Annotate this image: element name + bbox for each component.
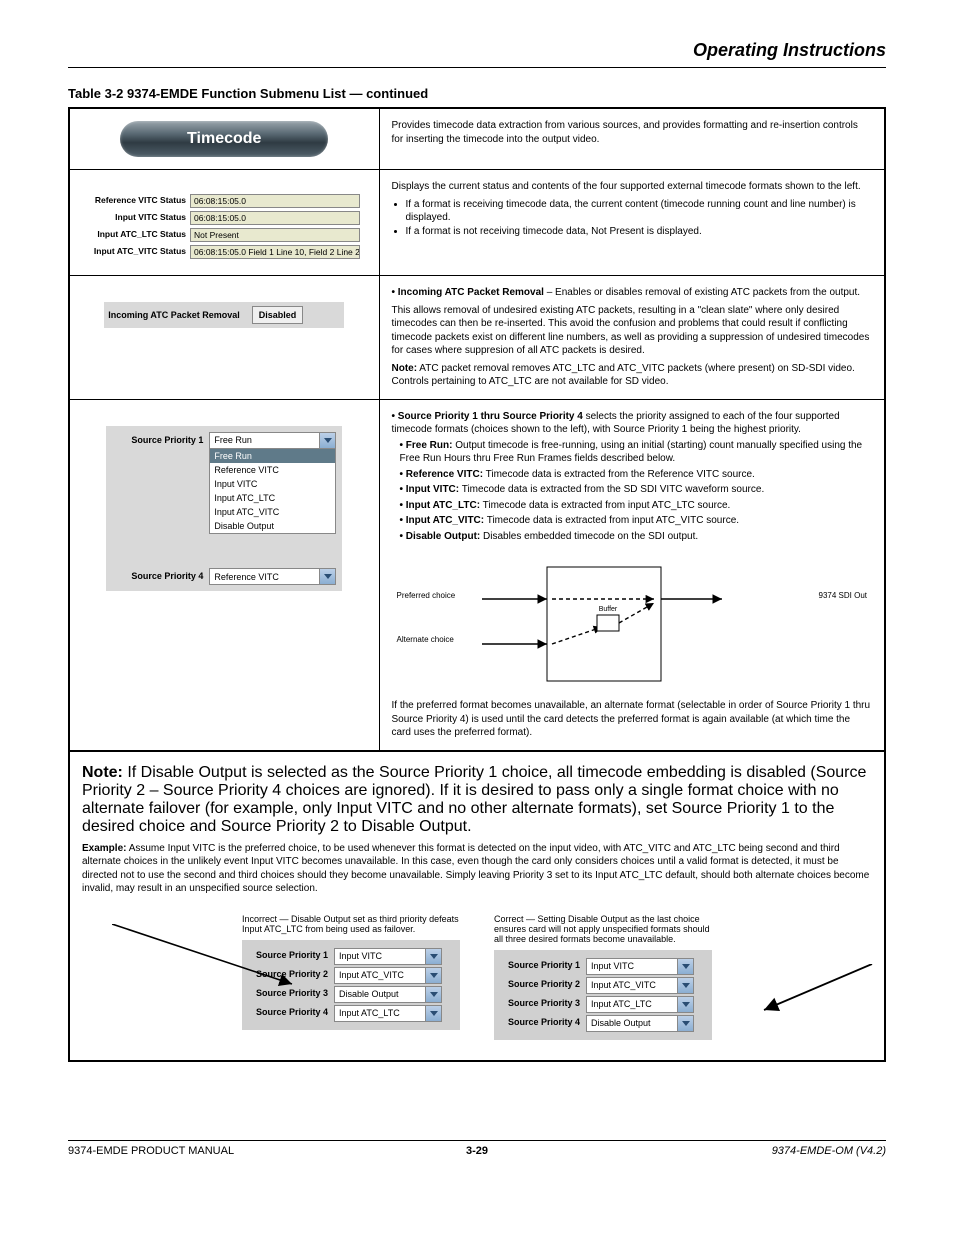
pri-b6: • Input ATC_VITC: (400, 515, 485, 526)
pri-b5: • Input ATC_LTC: (400, 500, 481, 511)
chevron-down-icon[interactable] (677, 959, 693, 974)
ex-dropdown[interactable]: Input ATC_LTC (586, 996, 694, 1013)
atc-note-lbl: Note: (392, 363, 418, 374)
pri-b7: • Disable Output: (400, 531, 481, 542)
atc-panel: Incoming ATC Packet Removal Disabled (104, 302, 344, 328)
sp-label: Source Priority 4 (500, 1015, 580, 1027)
page-footer: 9374-EMDE PRODUCT MANUAL 3-29 9374-EMDE-… (68, 1140, 886, 1157)
ex-dropdown[interactable]: Disable Output (586, 1015, 694, 1032)
ex-dropdown[interactable]: Input VITC (586, 958, 694, 975)
pri-b5d: Timecode data is extracted from input AT… (480, 500, 730, 511)
chevron-down-icon[interactable] (319, 433, 335, 448)
sp-label: Source Priority 3 (500, 996, 580, 1008)
arrow-right-icon (752, 964, 882, 1024)
ex-dropdown[interactable]: Input ATC_VITC (586, 977, 694, 994)
pri-b2: • Free Run: (400, 440, 453, 451)
diag-desc: If the preferred format becomes unavaila… (392, 699, 873, 740)
atc-subdesc: – Enables or disables removal of existin… (547, 287, 860, 298)
atc-note: ATC packet removal removes ATC_LTC and A… (392, 363, 855, 388)
status-bullet: If a format is receiving timecode data, … (406, 198, 873, 225)
arrow-left-icon (112, 924, 312, 1014)
status-row: Input VITC Status06:08:15:05.0 (82, 211, 367, 225)
sp1-dropdown[interactable]: Free Run Free Run Reference VITC Input V… (209, 432, 336, 535)
atc-body: This allows removal of undesired existin… (392, 304, 873, 358)
ex-dropdown[interactable]: Input ATC_VITC (334, 967, 442, 984)
sp4-label: Source Priority 4 (112, 568, 203, 582)
priority-panel: Source Priority 1 Free Run Free Run Refe… (106, 426, 342, 592)
ex-text: Assume Input VITC is the preferred choic… (82, 843, 869, 895)
header-rule (68, 67, 886, 68)
status-value: 06:08:15:05.0 (190, 211, 360, 225)
pri-b2d: Output timecode is free-running, using a… (400, 440, 863, 465)
status-row: Input ATC_LTC StatusNot Present (82, 228, 367, 242)
chevron-down-icon[interactable] (677, 997, 693, 1012)
atc-heading: • Incoming ATC Packet Removal (392, 287, 544, 298)
pri-b3: • Reference VITC: (400, 469, 484, 480)
ex-note-b: Note: (82, 764, 123, 781)
status-value: 06:08:15:05.0 Field 1 Line 10, Field 2 L… (190, 245, 360, 259)
chevron-down-icon[interactable] (319, 569, 335, 584)
function-table: Timecode Provides timecode data extracti… (68, 107, 886, 752)
status-row: Reference VITC Status06:08:15:05.0 (82, 194, 367, 208)
pri-b7d: Disables embedded timecode on the SDI ou… (480, 531, 698, 542)
pri-b3d: Timecode data is extracted from the Refe… (483, 469, 755, 480)
example-section: Note: If Disable Output is selected as t… (68, 752, 886, 1062)
pri-b4: • Input VITC: (400, 484, 460, 495)
dropdown-list[interactable]: Free Run Reference VITC Input VITC Input… (210, 448, 335, 534)
ex-dropdown[interactable]: Input VITC (334, 948, 442, 965)
pri-b6d: Timecode data is extracted from input AT… (484, 515, 739, 526)
footer-left: 9374-EMDE PRODUCT MANUAL (68, 1145, 234, 1157)
atc-disabled-button[interactable]: Disabled (252, 306, 304, 324)
diag-buffer-label: Buffer (598, 606, 617, 613)
ex-right-panel: Source Priority 1 Input VITC Source Prior… (494, 950, 712, 1040)
chevron-down-icon[interactable] (677, 1016, 693, 1031)
sp1-label: Source Priority 1 (112, 432, 203, 446)
ex-dropdown[interactable]: Disable Output (334, 986, 442, 1003)
sp-label: Source Priority 1 (500, 958, 580, 970)
table-title: Table 3-2 9374-EMDE Function Submenu Lis… (68, 86, 886, 101)
ex-right-hdr: Correct — Setting Disable Output as the … (494, 914, 712, 944)
status-desc: Displays the current status and contents… (392, 180, 873, 194)
footer-rev: 9374-EMDE-OM (V4.2) (772, 1145, 886, 1157)
pri-b1: • Source Priority 1 thru Source Priority… (392, 411, 583, 422)
footer-page: 3-29 (466, 1145, 488, 1157)
ex-dropdown[interactable]: Input ATC_LTC (334, 1005, 442, 1022)
status-row: Input ATC_VITC Status06:08:15:05.0 Field… (82, 245, 367, 259)
status-value: 06:08:15:05.0 (190, 194, 360, 208)
chevron-down-icon[interactable] (677, 978, 693, 993)
chevron-down-icon[interactable] (425, 987, 441, 1002)
diag-alt-label: Alternate choice (397, 635, 454, 646)
ex-note: If Disable Output is selected as the Sou… (82, 764, 866, 835)
ex-bold: Example: (82, 843, 126, 854)
chevron-down-icon[interactable] (425, 968, 441, 983)
status-bullet: If a format is not receiving timecode da… (406, 225, 873, 239)
timecode-pill: Timecode (120, 121, 328, 157)
page-header: Operating Instructions (68, 40, 886, 61)
timecode-desc: Provides timecode data extraction from v… (379, 108, 885, 170)
chevron-down-icon[interactable] (425, 949, 441, 964)
failover-diagram: Buffer (392, 549, 873, 699)
chevron-down-icon[interactable] (425, 1006, 441, 1021)
diag-pref-label: Preferred choice (397, 591, 456, 602)
sp-label: Source Priority 2 (500, 977, 580, 989)
atc-label: Incoming ATC Packet Removal (108, 309, 240, 321)
sp4-dropdown[interactable]: Reference VITC (209, 568, 336, 585)
diag-out-label: 9374 SDI Out (819, 591, 867, 602)
pri-b4d: Timecode data is extracted from the SD S… (459, 484, 764, 495)
status-value: Not Present (190, 228, 360, 242)
